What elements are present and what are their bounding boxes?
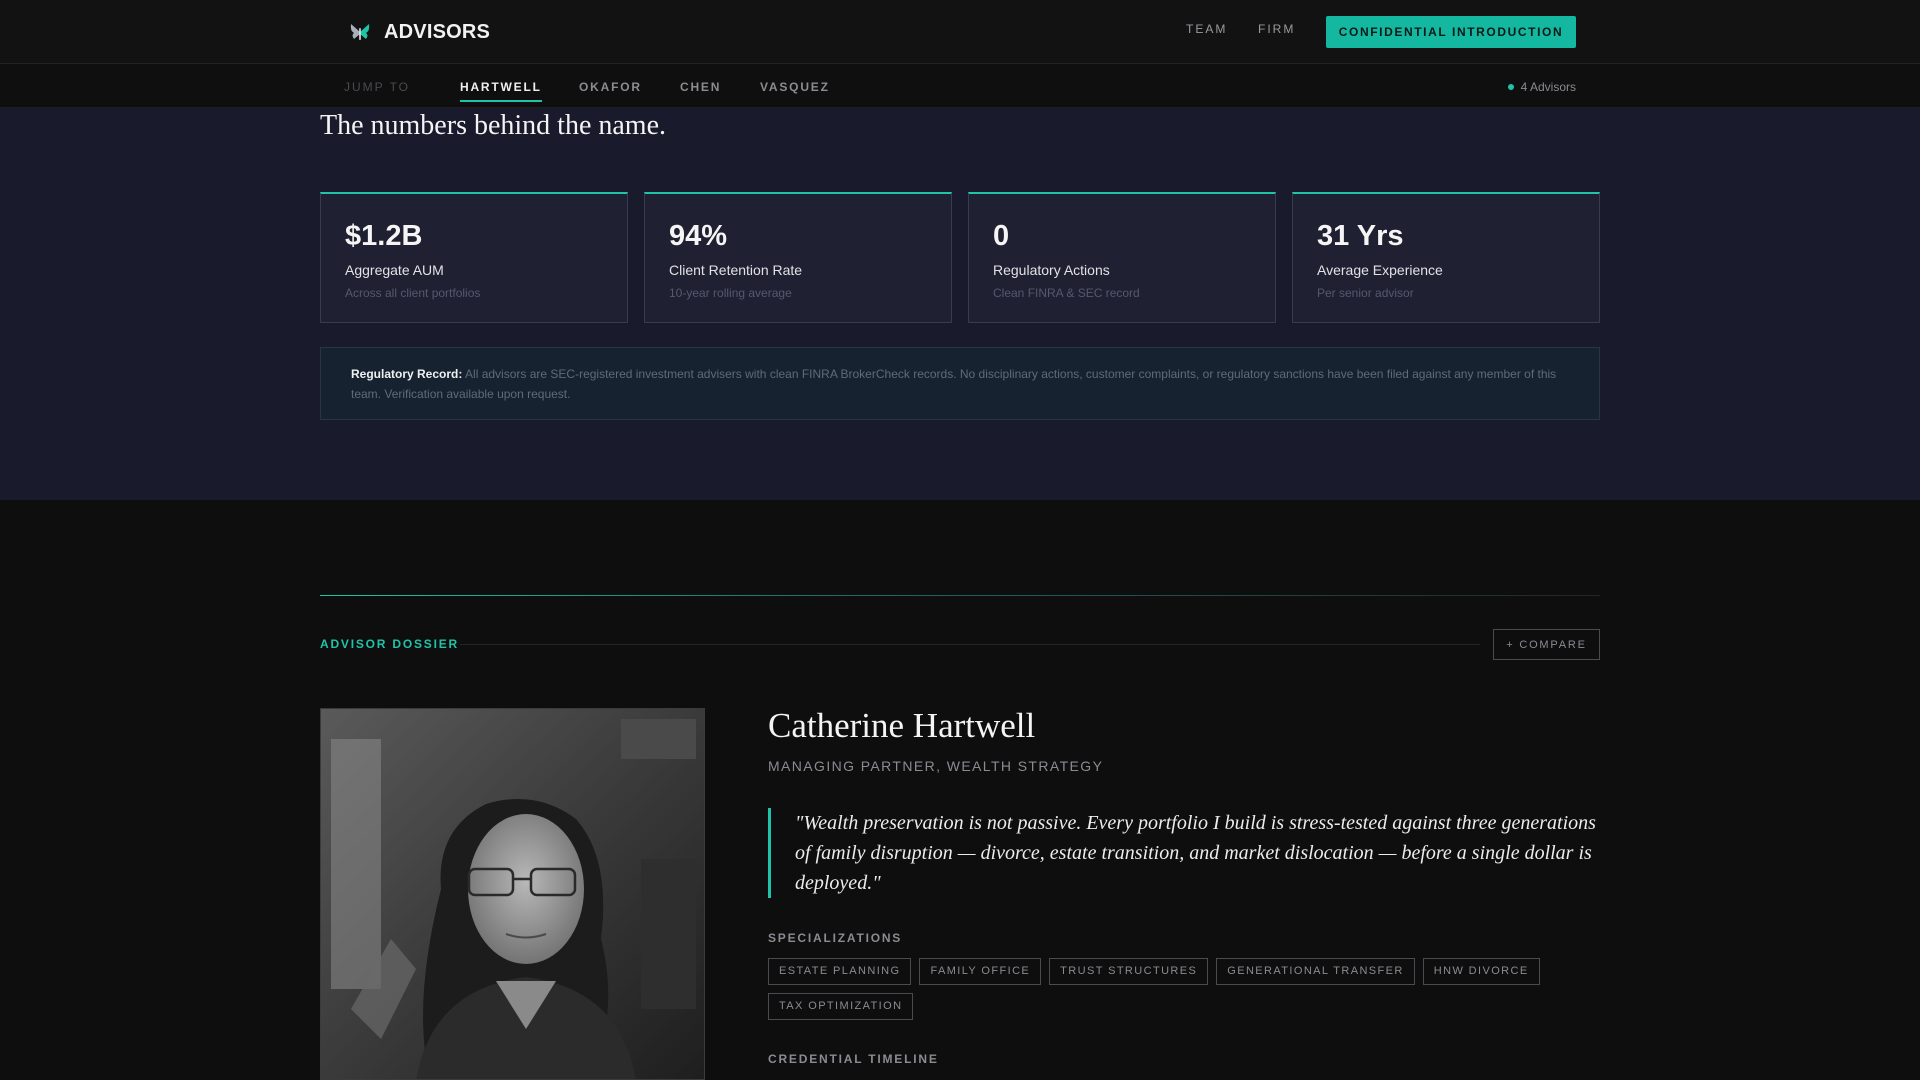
specialization-tag: TAX OPTIMIZATION	[768, 993, 914, 1020]
portrait-image	[321, 709, 704, 1079]
stat-card-aum: $1.2B Aggregate AUM Across all client po…	[320, 192, 628, 323]
regulatory-record-notice: Regulatory Record: All advisors are SEC-…	[320, 347, 1600, 420]
section-divider	[320, 595, 1600, 596]
specialization-tag: FAMILY OFFICE	[919, 958, 1042, 985]
compare-button[interactable]: + COMPARE	[1493, 629, 1600, 660]
advisor-title: MANAGING PARTNER, WEALTH STRATEGY	[768, 758, 1104, 774]
brand[interactable]: ADVISORS	[348, 20, 490, 44]
top-nav: ADVISORS TEAM FIRM CONFIDENTIAL INTRODUC…	[0, 0, 1920, 64]
stat-card-experience: 31 Yrs Average Experience Per senior adv…	[1292, 192, 1600, 323]
stat-value: 94%	[669, 220, 728, 252]
stats-section: The numbers behind the name. $1.2B Aggre…	[0, 108, 1920, 500]
stat-value: 0	[993, 220, 1010, 252]
stat-card-regulatory: 0 Regulatory Actions Clean FINRA & SEC r…	[968, 192, 1276, 323]
specialization-tag: TRUST STRUCTURES	[1049, 958, 1209, 985]
stat-sub: Clean FINRA & SEC record	[993, 286, 1140, 300]
dossier-rule	[460, 644, 1480, 645]
advisor-quote: "Wealth preservation is not passive. Eve…	[768, 808, 1600, 898]
stat-value: $1.2B	[345, 220, 423, 252]
stat-label: Average Experience	[1317, 262, 1443, 278]
stat-label: Aggregate AUM	[345, 262, 444, 278]
brand-name: ADVISORS	[384, 20, 491, 43]
status-dot-icon	[1507, 84, 1514, 90]
specialization-tag: GENERATIONAL TRANSFER	[1216, 958, 1415, 985]
specializations-heading: SPECIALIZATIONS	[768, 931, 903, 945]
credential-timeline-heading: CREDENTIAL TIMELINE	[768, 1052, 939, 1066]
stat-value: 31 Yrs	[1317, 220, 1404, 252]
stat-label: Client Retention Rate	[669, 262, 803, 278]
tab-okafor[interactable]: OKAFOR	[579, 80, 642, 100]
confidential-introduction-button[interactable]: CONFIDENTIAL INTRODUCTION	[1326, 16, 1576, 48]
tab-chen[interactable]: CHEN	[680, 80, 721, 100]
stat-card-retention: 94% Client Retention Rate 10-year rollin…	[644, 192, 952, 323]
advisor-name: Catherine Hartwell	[768, 706, 1036, 745]
advisor-count-text: 4 Advisors	[1520, 80, 1576, 94]
stat-sub: 10-year rolling average	[669, 286, 792, 300]
nav-team-link[interactable]: TEAM	[1186, 22, 1227, 36]
butterfly-logo-icon	[350, 24, 370, 40]
stat-label: Regulatory Actions	[993, 262, 1110, 278]
jump-to-label: JUMP TO	[344, 80, 411, 94]
specialization-tag: HNW DIVORCE	[1422, 958, 1540, 985]
stat-sub: Across all client portfolios	[345, 286, 481, 300]
nav-firm-link[interactable]: FIRM	[1258, 22, 1295, 36]
regulatory-record-text: All advisors are SEC-registered investme…	[351, 367, 1557, 401]
specialization-tag: ESTATE PLANNING	[768, 958, 912, 985]
regulatory-record-title: Regulatory Record:	[351, 367, 463, 381]
advisor-count: 4 Advisors	[1507, 80, 1576, 94]
advisor-portrait	[320, 708, 705, 1080]
jump-bar: JUMP TO HARTWELL OKAFOR CHEN VASQUEZ 4 A…	[0, 65, 1920, 108]
tab-hartwell[interactable]: HARTWELL	[460, 80, 542, 102]
specialization-tags: ESTATE PLANNING FAMILY OFFICE TRUST STRU…	[768, 958, 1588, 1020]
tab-vasquez[interactable]: VASQUEZ	[760, 80, 830, 100]
advisor-dossier-label: ADVISOR DOSSIER	[320, 637, 460, 651]
section-heading: The numbers behind the name.	[320, 110, 667, 141]
stat-sub: Per senior advisor	[1317, 286, 1414, 300]
